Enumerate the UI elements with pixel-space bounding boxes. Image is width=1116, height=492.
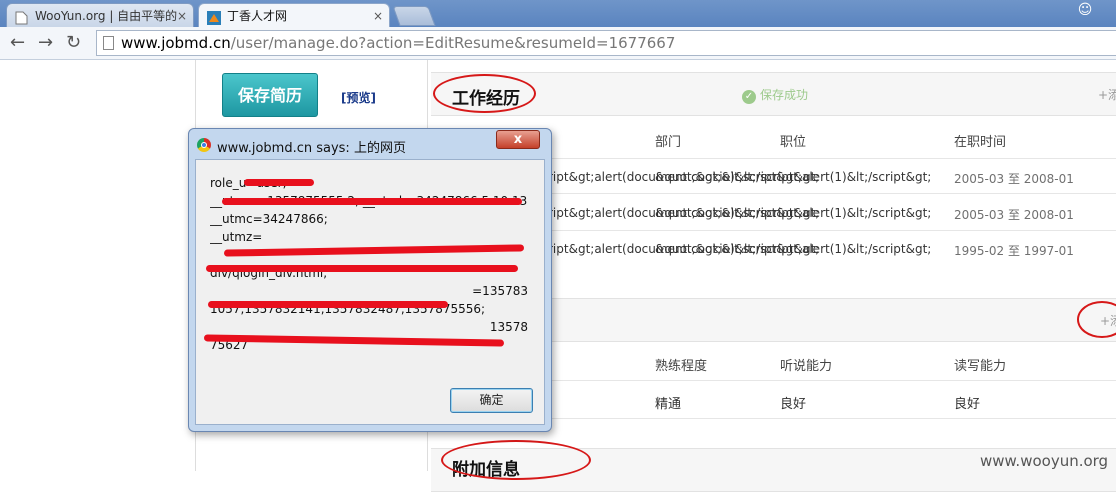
tab-title: WooYun.org | 自由平等的 [35,9,178,23]
close-icon[interactable]: × [177,4,187,27]
check-icon: ✓ [742,90,756,104]
language-row-cell: 良好 [954,397,981,412]
work-row-3-cell: 1995-02 至 1997-01 [954,244,1074,258]
chrome-icon [197,138,211,152]
forward-icon[interactable]: → [38,30,53,56]
user-icon[interactable]: ☺ [1074,0,1096,20]
cookie-line: __utmc=34247866; [210,212,328,226]
tab-title: 丁香人才网 [227,9,288,23]
preview-link[interactable]: [预览] [341,89,376,106]
jobmd-logo-icon [207,9,221,25]
url-text: www.jobmd.cn/user/manage.do?action=EditR… [121,34,676,52]
column-header: 在职时间 [954,135,1007,150]
saved-status: ✓ 保存成功 [742,86,808,104]
redaction-stroke [208,301,448,308]
back-icon[interactable]: ← [10,30,25,56]
work-row-1-cell: 2005-03 至 2008-01 [954,172,1074,186]
cookie-line: =135783 [472,284,528,298]
cookie-line: 13578 [489,320,528,334]
work-row-1-cell: &quot;&gt;&lt;script&gt;alert(1)&lt;/scr… [655,170,932,184]
tab-wooyun[interactable]: WooYun.org | 自由平等的 × [6,3,194,27]
column-header: 熟练程度 [655,359,708,374]
column-header: 部门 [655,135,682,150]
redaction-stroke [244,179,314,186]
annotation-circle [441,440,591,480]
tab-jobmd[interactable]: 丁香人才网 × [198,3,390,27]
redaction-stroke [206,265,518,272]
column-header: 职位 [780,135,807,150]
alert-dialog: www.jobmd.cn says: 上的网页 x role_u=user; _… [188,128,552,432]
close-icon[interactable]: × [373,4,383,27]
work-row-2-cell: &quot;&gt;&lt;script&gt;alert(1)&lt;/scr… [655,206,932,220]
dialog-title: www.jobmd.cn says: 上的网页 [217,141,406,156]
work-row-3-cell: &quot;&gt;&lt;script&gt;alert(1)&lt;/scr… [655,242,932,256]
annotation-circle [433,74,536,113]
work-row-2-cell: 2005-03 至 2008-01 [954,208,1074,222]
dialog-body: role_u=user; __utma=.1357875555.2; __utm… [195,159,545,425]
redaction-stroke [222,198,522,205]
ok-button[interactable]: 确定 [450,388,533,413]
dialog-close-button[interactable]: x [496,130,540,149]
page-icon [103,36,114,50]
column-header: 读写能力 [954,359,1007,374]
watermark: www.wooyun.org [980,452,1109,470]
add-work-link[interactable]: +添 [1098,86,1116,103]
save-resume-button[interactable]: 保存简历 [222,73,318,117]
new-tab-button[interactable] [392,6,436,26]
column-header: 听说能力 [780,359,833,374]
toolbar: ← → ↻ www.jobmd.cn/user/manage.do?action… [0,27,1116,60]
cookie-line: __utmz= [210,230,263,244]
page-icon [15,9,28,25]
tab-strip: WooYun.org | 自由平等的 × 丁香人才网 × ☺ [0,0,1116,27]
address-bar[interactable]: www.jobmd.cn/user/manage.do?action=EditR… [96,30,1116,56]
language-row-cell: 良好 [780,397,807,412]
language-row-cell: 精通 [655,397,682,412]
reload-icon[interactable]: ↻ [66,30,81,56]
